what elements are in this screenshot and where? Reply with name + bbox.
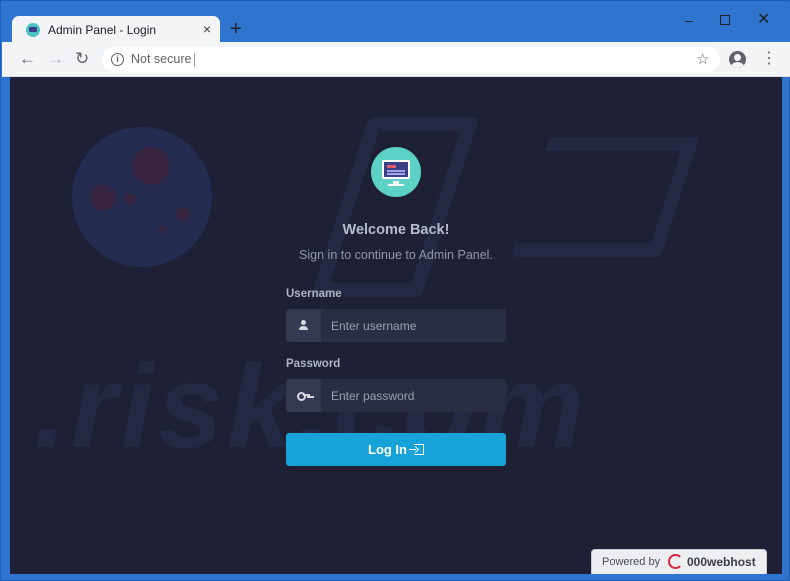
watermark-dot [132,147,170,185]
password-label: Password [286,358,341,370]
reload-button[interactable]: ↻ [75,49,89,69]
username-input[interactable] [321,309,506,342]
login-icon [409,444,424,455]
powered-by-brand: 000webhost [687,555,756,569]
welcome-heading: Welcome Back! [342,222,450,238]
back-button[interactable]: ← [19,49,36,69]
admin-panel-logo [371,147,421,197]
password-input-group [286,379,506,412]
maximize-icon [720,15,730,25]
password-input[interactable] [321,379,506,412]
browser-menu-icon[interactable]: ⋮ [761,50,777,68]
monitor-icon [382,160,410,179]
watermark-logo-circle [72,127,212,267]
info-icon[interactable]: i [111,53,124,66]
watermark-dot [124,193,136,205]
tab-admin-panel-login[interactable]: Admin Panel - Login × [12,16,220,43]
browser-window: Admin Panel - Login × + – ✕ ← → ↻ i Not … [0,0,790,581]
address-bar[interactable]: i Not secure ☆ [102,47,720,72]
powered-by-badge[interactable]: Powered by 000webhost [591,549,767,574]
key-icon [297,391,311,401]
bookmark-star-icon[interactable]: ☆ [696,50,709,68]
account-icon[interactable] [729,51,746,68]
page-viewport: .risk.com Welcome Back! Sign in to conti… [10,77,782,574]
signin-subtitle: Sign in to continue to Admin Panel. [299,248,493,262]
address-separator [194,53,195,67]
maximize-window-button[interactable] [720,12,730,25]
minimize-window-button[interactable]: – [685,12,693,28]
username-addon [286,309,321,342]
tab-close-icon[interactable]: × [203,21,211,37]
forward-button[interactable]: → [47,49,64,69]
security-status-text[interactable]: Not secure [131,52,191,66]
password-addon [286,379,321,412]
watermark-shape [310,117,480,297]
username-input-group [286,309,506,342]
user-icon [298,320,309,331]
new-tab-button[interactable]: + [230,18,242,40]
tab-title: Admin Panel - Login [48,23,157,37]
tab-strip: Admin Panel - Login × + – ✕ [2,2,790,43]
close-window-button[interactable]: ✕ [757,12,770,28]
username-label: Username [286,288,342,300]
login-button[interactable]: Log In [286,433,506,466]
browser-toolbar: ← → ↻ i Not secure ☆ ⋮ [2,42,790,77]
000webhost-logo-icon [668,554,683,569]
powered-by-text: Powered by [602,556,661,568]
watermark-dot [176,207,190,221]
watermark-dot [90,185,116,211]
watermark-shape [510,137,700,257]
login-button-label: Log In [368,442,407,457]
favicon-icon [26,23,40,37]
